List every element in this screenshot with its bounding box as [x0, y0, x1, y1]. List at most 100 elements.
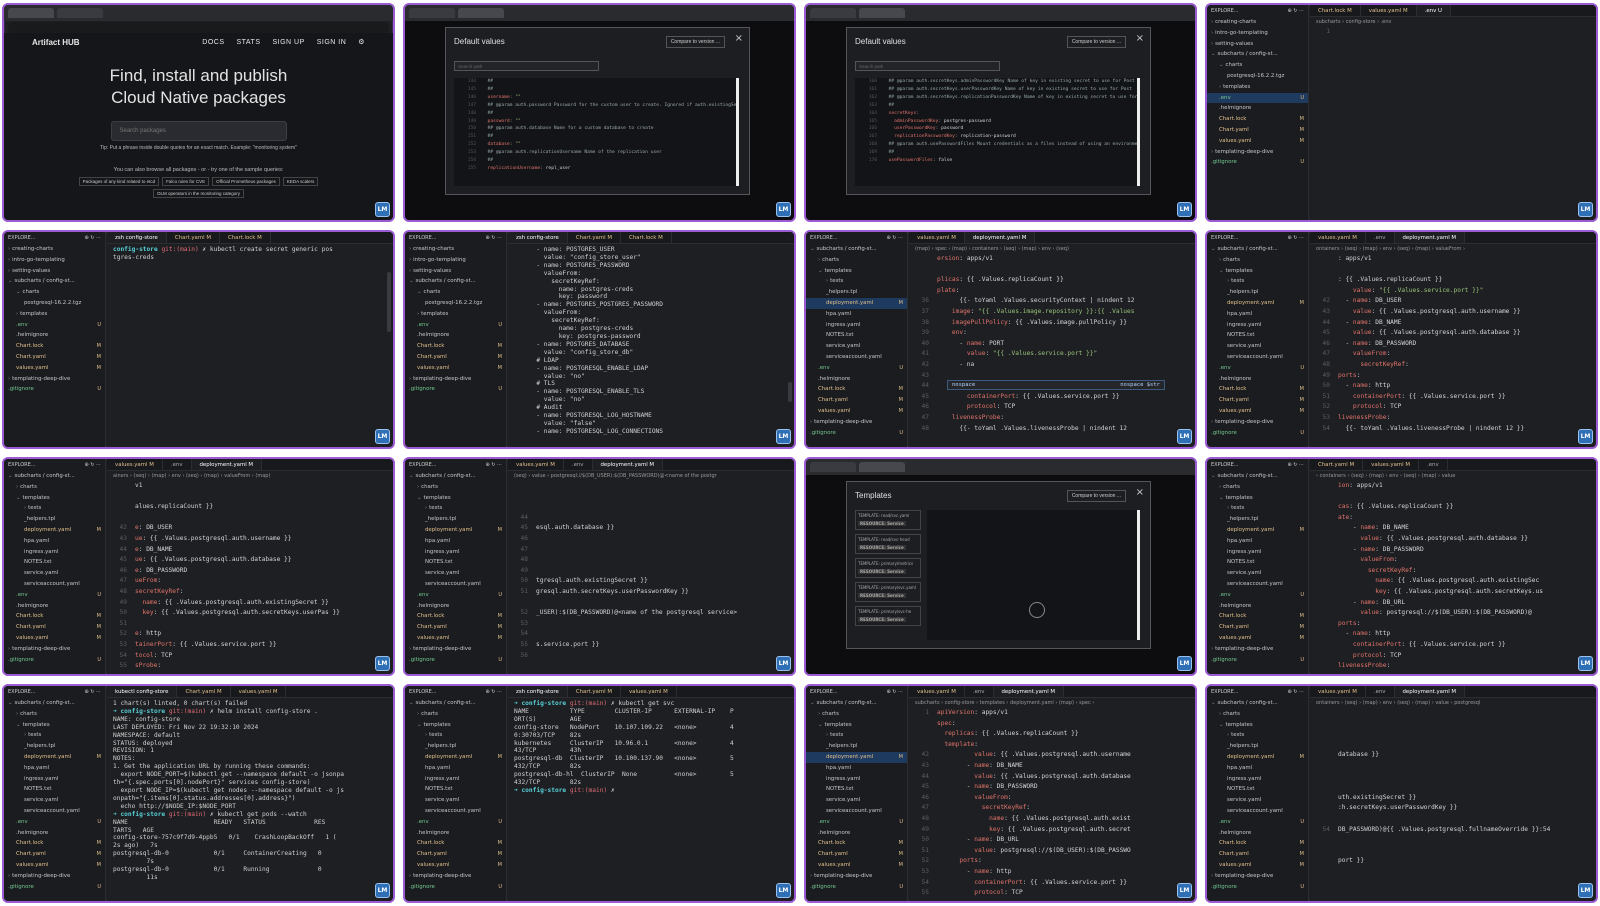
file-tree-item[interactable]: ingress.yaml — [4, 547, 105, 558]
code-line[interactable]: 52 _USER):$(DB_PASSWORD)@<name of the pos… — [508, 608, 784, 619]
browser-tab[interactable] — [458, 8, 504, 18]
file-tree-item[interactable]: serviceaccount.yaml — [1207, 352, 1308, 363]
file-tree-item[interactable]: NOTES.txt — [4, 784, 105, 795]
code-line[interactable]: 53 - name: http — [909, 867, 1185, 878]
code-line[interactable]: 48 name: {{ .Values.postgresql.auth.exis… — [909, 814, 1185, 825]
file-tree-item[interactable]: Chart.lock M — [405, 838, 506, 849]
file-tree-item[interactable]: values.yaml M — [1207, 136, 1308, 147]
code-line[interactable] — [1310, 846, 1586, 857]
tile-deployment-suggest[interactable]: EXPLORE... ⊕ ↻ ⋯ ⌄ subcharts / config-st..… — [804, 230, 1197, 449]
chevron-icon[interactable]: › — [8, 268, 10, 274]
browser-tab-strip[interactable] — [806, 459, 1195, 475]
chevron-icon[interactable]: › — [409, 873, 411, 879]
file-tree-item[interactable]: .gitignore U — [405, 655, 506, 666]
sample-query-chip[interactable]: Official Prometheus packages — [212, 177, 280, 186]
chevron-icon[interactable]: ⌄ — [409, 473, 414, 479]
file-tree-item[interactable]: › charts — [806, 709, 907, 720]
file-tree-item[interactable]: › charts — [1207, 255, 1308, 266]
file-tree-item[interactable]: ⌄ templates — [405, 720, 506, 731]
code-line[interactable]: - name: DB_PASSWORD — [1310, 545, 1586, 556]
template-item[interactable]: TEMPLATE: primary/svc.yaml RESOURCE: Serv… — [855, 582, 921, 602]
breadcrumb[interactable]: ontainers › (seq) › (map) › env › (seq) … — [1310, 244, 1596, 254]
file-tree-item[interactable]: Chart.yaml M — [4, 622, 105, 633]
chevron-icon[interactable]: ⌄ — [8, 473, 13, 479]
file-tree-item[interactable]: ingress.yaml — [806, 774, 907, 785]
code-line[interactable]: 45 value: {{ .Values.postgresql.auth.dat… — [1310, 328, 1586, 339]
chevron-icon[interactable]: ⌄ — [1219, 495, 1224, 501]
editor-tab[interactable]: values.yaml M — [909, 686, 965, 697]
file-tree-item[interactable]: .gitignore U — [806, 428, 907, 439]
file-tree-item[interactable]: › charts — [1207, 709, 1308, 720]
file-tree-item[interactable]: serviceaccount.yaml — [1207, 806, 1308, 817]
chevron-icon[interactable]: › — [1211, 149, 1213, 155]
code-line[interactable]: 47 — [508, 545, 784, 556]
chevron-icon[interactable]: › — [409, 376, 411, 382]
editor-tab[interactable]: Chart.lock M — [220, 232, 271, 243]
code-line[interactable]: 49 — [508, 566, 784, 577]
file-tree-item[interactable]: › charts — [1207, 482, 1308, 493]
chevron-icon[interactable]: › — [409, 268, 411, 274]
package-search-input[interactable]: Search packages — [110, 121, 287, 141]
code-line[interactable]: 42 - na — [909, 360, 1185, 371]
chevron-icon[interactable]: › — [16, 711, 18, 717]
code-line[interactable]: template: — [909, 740, 1185, 751]
code-line[interactable]: 44 e: DB_NAME — [107, 545, 383, 556]
chevron-icon[interactable]: › — [8, 646, 10, 652]
code-line[interactable]: 45 - name: DB_PASSWORD — [909, 782, 1185, 793]
file-tree-item[interactable]: .helmignore — [1207, 828, 1308, 839]
file-tree-item[interactable]: .helmignore — [806, 374, 907, 385]
code-line[interactable] — [1310, 867, 1586, 878]
terminal-output[interactable]: - name: POSTGRES_USER value: "config_sto… — [508, 246, 786, 447]
file-tree-item[interactable]: hpa.yaml — [405, 763, 506, 774]
chevron-icon[interactable]: ⌄ — [810, 700, 815, 706]
editor-tab[interactable]: values.yaml M — [621, 686, 677, 697]
editor-tab[interactable]: values.yaml M — [107, 459, 163, 470]
code-line[interactable]: 54 containerPort: {{ .Values.service.por… — [909, 878, 1185, 889]
file-tree-item[interactable]: Chart.lock M — [405, 611, 506, 622]
file-tree-item[interactable]: serviceaccount.yaml — [1207, 579, 1308, 590]
code-line[interactable]: 46 - name: DB_PASSWORD — [1310, 339, 1586, 350]
file-tree-item[interactable]: _helpers.tpl — [1207, 287, 1308, 298]
file-tree-item[interactable]: › templates — [1207, 82, 1308, 93]
file-tree-item[interactable]: NOTES.txt — [806, 784, 907, 795]
new-file-icon[interactable]: ⊕ ↻ ⋯ — [1287, 689, 1304, 695]
file-tree-item[interactable]: .gitignore U — [4, 384, 105, 395]
editor-tab[interactable]: deployment.yaml M — [191, 459, 263, 470]
file-tree-item[interactable]: .env U — [4, 590, 105, 601]
breadcrumb[interactable]: subcharts › config-store › .env — [1310, 17, 1596, 27]
file-tree-item[interactable]: Chart.lock M — [1207, 114, 1308, 125]
file-tree-item[interactable]: ⌄ subcharts / config-st... — [1207, 49, 1308, 60]
file-tree-item[interactable]: › tests — [806, 276, 907, 287]
chevron-icon[interactable]: ⌄ — [1219, 722, 1224, 728]
file-tree-item[interactable]: Chart.lock M — [806, 838, 907, 849]
file-tree-item[interactable]: ⌄ templates — [405, 493, 506, 504]
code-line[interactable]: valueFrom: — [1310, 555, 1586, 566]
tile-terminal-svc[interactable]: EXPLORE... ⊕ ↻ ⋯ ⌄ subcharts / config-st..… — [403, 684, 796, 903]
editor-tab[interactable]: zsh config-store — [508, 686, 568, 697]
browser-tab[interactable] — [8, 8, 54, 18]
file-tree-item[interactable]: .env U — [405, 320, 506, 331]
file-tree-item[interactable]: ⌄ subcharts / config-st... — [1207, 698, 1308, 709]
code-line[interactable]: 49 key: {{ .Values.postgresql.auth.secre… — [909, 825, 1185, 836]
file-tree-item[interactable]: Chart.yaml M — [405, 849, 506, 860]
chevron-icon[interactable]: ⌄ — [1211, 700, 1216, 706]
tile-default-values-b[interactable]: Default values Compare to version ... × … — [804, 3, 1197, 222]
editor-tab[interactable]: values.yaml M — [231, 686, 287, 697]
editor-tab[interactable]: Chart.yaml M — [568, 686, 621, 697]
editor-tab[interactable]: .env — [1366, 232, 1395, 243]
code-view[interactable]: ion: apps/v1 cas: {{ .Values.replicaCount… — [1310, 481, 1586, 674]
breadcrumb[interactable]: (seq) › value › postgresql://$(DB_USER):… — [508, 471, 794, 481]
file-tree-item[interactable]: › templating-deep-dive — [1207, 871, 1308, 882]
file-tree-item[interactable]: NOTES.txt — [405, 557, 506, 568]
code-line[interactable]: 48 — [508, 555, 784, 566]
file-tree-item[interactable]: _helpers.tpl — [4, 741, 105, 752]
code-line[interactable]: : {{ .Values.replicaCount }} — [1310, 275, 1586, 286]
code-line[interactable]: protocol: TCP — [1310, 651, 1586, 662]
code-line[interactable] — [1310, 719, 1586, 730]
code-line[interactable]: 54 DB_PASSWORD)@{{ .Values.postgresql.ful… — [1310, 825, 1586, 836]
new-file-icon[interactable]: ⊕ ↻ ⋯ — [485, 235, 502, 241]
file-tree-item[interactable]: postgresql-16.2.2.tgz — [405, 298, 506, 309]
file-tree-item[interactable]: values.yaml M — [1207, 406, 1308, 417]
editor-tab[interactable]: Chart.yaml M — [568, 232, 621, 243]
file-tree-item[interactable]: hpa.yaml — [1207, 309, 1308, 320]
